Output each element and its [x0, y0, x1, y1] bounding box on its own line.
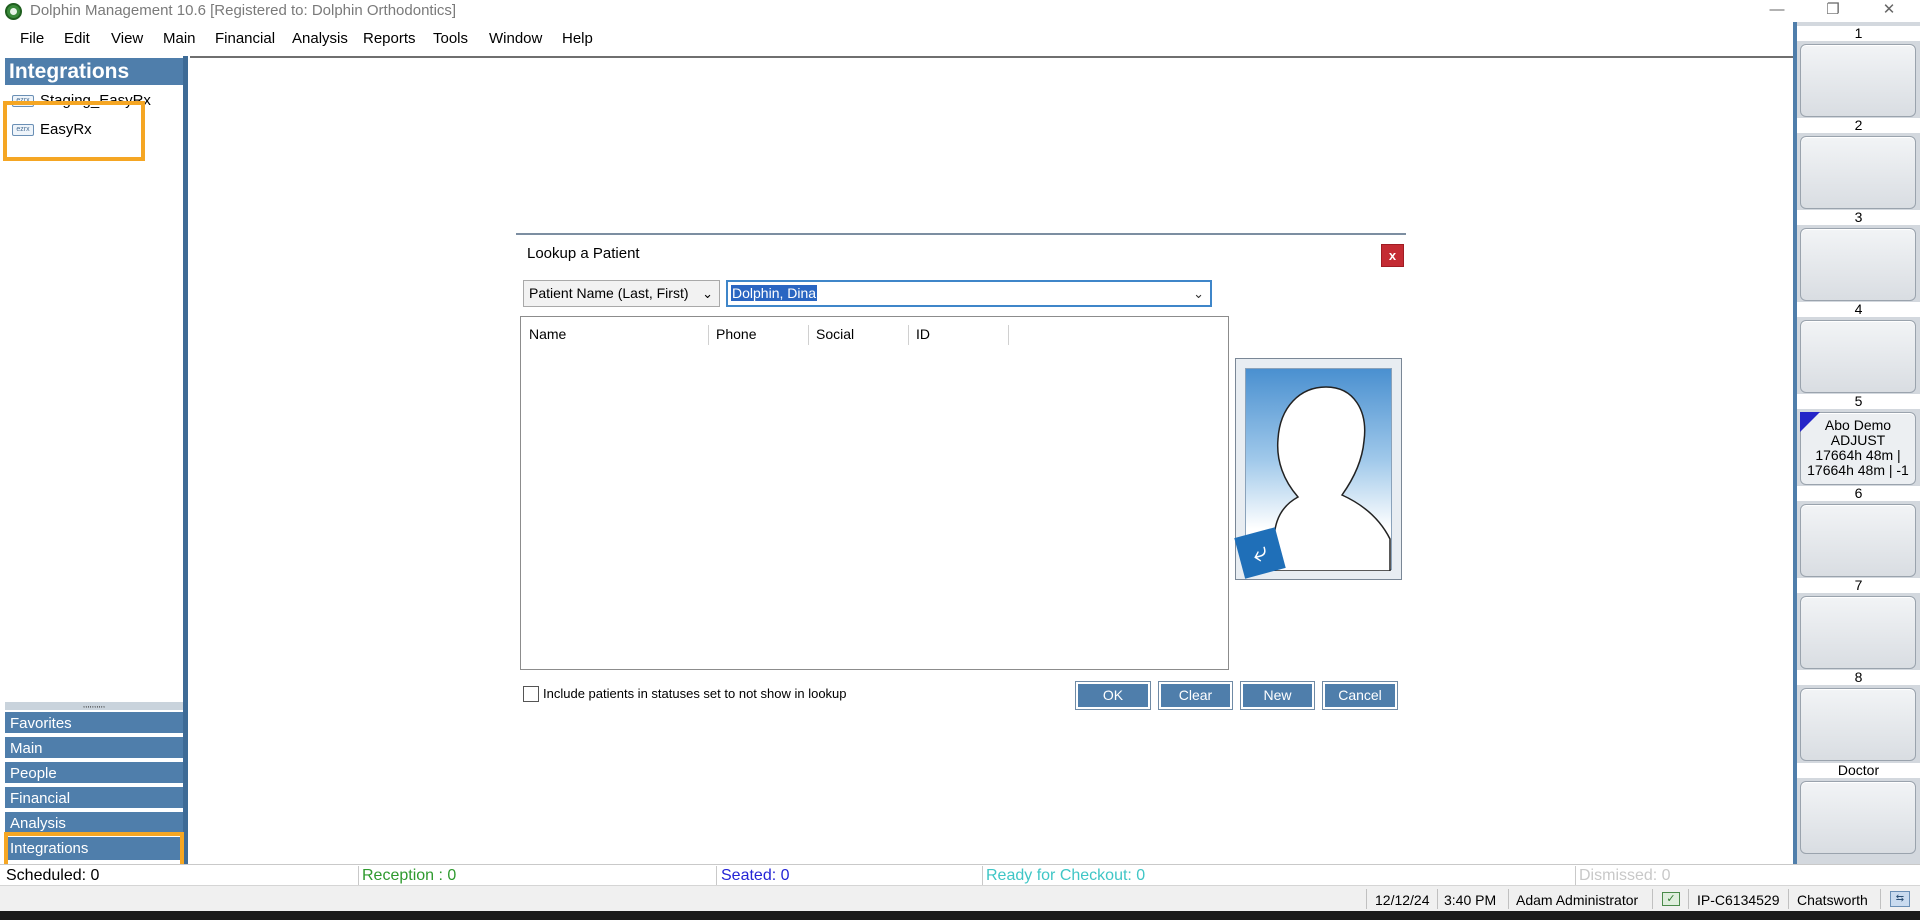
slot-label-5: 5 — [1797, 394, 1920, 409]
slot5-procedure: ADJUST — [1830, 432, 1886, 448]
slot5-time-2: 17664h 48m | -1 — [1807, 462, 1909, 478]
include-statuses-checkbox[interactable] — [523, 686, 539, 702]
menu-view[interactable]: View — [111, 30, 143, 47]
menu-window[interactable]: Window — [489, 30, 542, 47]
info-divider — [1652, 889, 1653, 909]
dialog-close-button[interactable]: x — [1381, 244, 1404, 267]
status-dismissed[interactable]: Dismissed: 0 — [1579, 867, 1671, 885]
highlight-box-easyrx — [3, 101, 145, 161]
column-header-phone[interactable]: Phone — [709, 325, 809, 345]
slot-label-6: 6 — [1797, 486, 1920, 501]
info-location: Chatsworth — [1797, 892, 1868, 908]
menu-financial[interactable]: Financial — [215, 30, 275, 47]
status-divider — [982, 866, 983, 885]
search-input-value: Dolphin, Dina — [731, 285, 818, 301]
slot-label-8: 8 — [1797, 670, 1920, 685]
slot-label-1: 1 — [1797, 26, 1920, 41]
nav-people[interactable]: People — [5, 762, 183, 785]
left-panel-header: Integrations — [5, 58, 183, 85]
status-seated[interactable]: Seated: 0 — [721, 867, 790, 885]
chair-slot-6[interactable] — [1800, 504, 1916, 577]
column-header-id[interactable]: ID — [909, 325, 1009, 345]
window-title: Dolphin Management 10.6 [Registered to: … — [30, 2, 457, 19]
ok-button[interactable]: OK — [1075, 681, 1151, 710]
status-ready-for-checkout[interactable]: Ready for Checkout: 0 — [986, 867, 1145, 885]
restore-button[interactable]: ❐ — [1810, 0, 1856, 22]
status-flag-icon — [1800, 412, 1820, 432]
chair-slot-4[interactable] — [1800, 320, 1916, 393]
clear-button[interactable]: Clear — [1158, 681, 1233, 710]
status-divider — [716, 866, 717, 885]
patient-search-input[interactable]: Dolphin, Dina ⌄ — [726, 280, 1212, 307]
menu-tools[interactable]: Tools — [433, 30, 468, 47]
info-date: 12/12/24 — [1375, 892, 1430, 908]
slot-label-2: 2 — [1797, 118, 1920, 133]
chair-slot-8[interactable] — [1800, 688, 1916, 761]
menu-edit[interactable]: Edit — [64, 30, 90, 47]
taskbar — [0, 911, 1920, 920]
status-divider — [1575, 866, 1576, 885]
splitter-grip[interactable]: ,,,,,,,,,, — [5, 701, 183, 710]
chair-slot-2[interactable] — [1800, 136, 1916, 209]
search-type-value: Patient Name (Last, First) — [529, 285, 689, 301]
minimize-button[interactable]: — — [1754, 0, 1800, 22]
include-statuses-label: Include patients in statuses set to not … — [543, 686, 847, 701]
slot-label-doctor: Doctor — [1797, 763, 1920, 778]
slot-label-7: 7 — [1797, 578, 1920, 593]
chair-slot-1[interactable] — [1800, 44, 1916, 117]
menu-file[interactable]: File — [20, 30, 44, 47]
nav-main[interactable]: Main — [5, 737, 183, 760]
network-icon[interactable]: ⇆ — [1890, 891, 1910, 907]
chevron-down-icon: ⌄ — [702, 286, 713, 301]
menu-bar: File Edit View Main Financial Analysis R… — [0, 22, 1790, 56]
slot-label-4: 4 — [1797, 302, 1920, 317]
chair-slot-7[interactable] — [1800, 596, 1916, 669]
slot5-time-1: 17664h 48m | — [1815, 447, 1901, 463]
status-reception[interactable]: Reception : 0 — [362, 867, 456, 885]
info-ip: IP-C6134529 — [1697, 892, 1780, 908]
menu-reports[interactable]: Reports — [363, 30, 416, 47]
info-divider — [1437, 889, 1438, 909]
connection-check-icon[interactable]: ✓ — [1662, 892, 1680, 906]
info-divider — [1788, 889, 1789, 909]
chevron-down-icon[interactable]: ⌄ — [1193, 282, 1204, 305]
menu-help[interactable]: Help — [562, 30, 593, 47]
close-window-button[interactable]: ✕ — [1866, 0, 1912, 22]
main-area-border — [190, 56, 1793, 58]
info-user: Adam Administrator — [1516, 892, 1639, 908]
dialog-title: Lookup a Patient — [527, 245, 640, 262]
column-header-social[interactable]: Social — [809, 325, 909, 345]
info-divider — [1688, 889, 1689, 909]
nav-financial[interactable]: Financial — [5, 787, 183, 810]
search-type-dropdown[interactable]: Patient Name (Last, First) ⌄ — [523, 280, 720, 307]
info-divider — [1508, 889, 1509, 909]
info-time: 3:40 PM — [1444, 892, 1497, 908]
info-divider — [1366, 889, 1367, 909]
status-divider — [358, 866, 359, 885]
dolphin-logo-icon — [5, 3, 22, 20]
slot-label-3: 3 — [1797, 210, 1920, 225]
new-button[interactable]: New — [1240, 681, 1315, 710]
chair-slot-doctor[interactable] — [1800, 781, 1916, 854]
status-scheduled[interactable]: Scheduled: 0 — [6, 867, 99, 885]
nav-favorites[interactable]: Favorites — [5, 712, 183, 735]
menu-analysis[interactable]: Analysis — [292, 30, 348, 47]
menu-main[interactable]: Main — [163, 30, 196, 47]
cancel-button[interactable]: Cancel — [1322, 681, 1398, 710]
column-header-name[interactable]: Name — [522, 325, 709, 345]
info-divider — [1880, 889, 1881, 909]
patient-results-list[interactable] — [520, 316, 1229, 670]
chair-slot-3[interactable] — [1800, 228, 1916, 301]
